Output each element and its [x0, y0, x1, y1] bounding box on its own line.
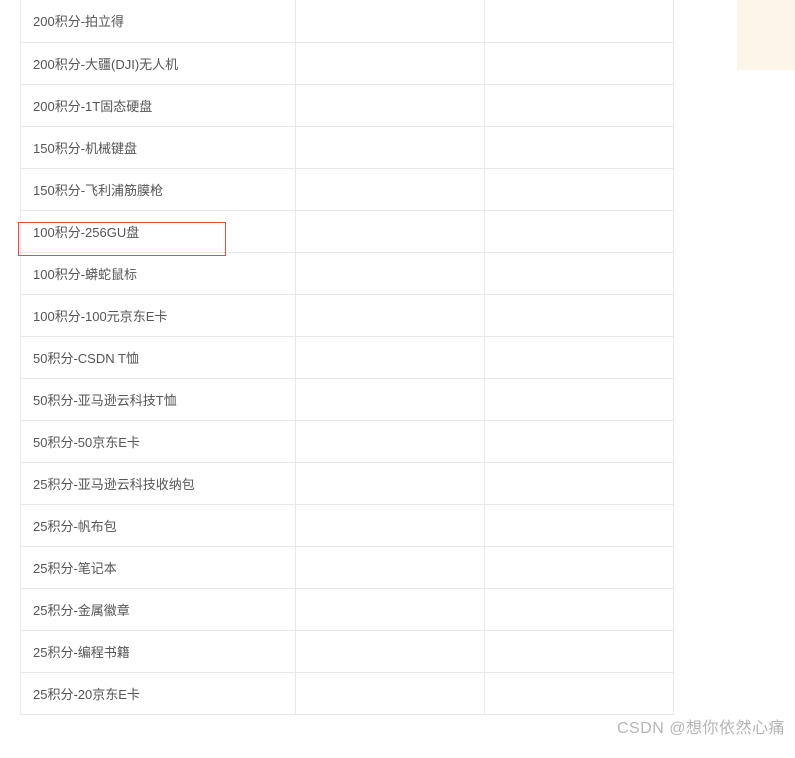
- table-row: 100积分-100元京东E卡: [21, 294, 674, 336]
- table-row: 25积分-编程书籍: [21, 630, 674, 672]
- empty-cell: [296, 420, 485, 462]
- prize-label-cell[interactable]: 25积分-20京东E卡: [21, 672, 296, 714]
- table-row: 25积分-20京东E卡: [21, 672, 674, 714]
- empty-cell: [485, 588, 674, 630]
- empty-cell: [296, 0, 485, 42]
- empty-cell: [296, 294, 485, 336]
- table-container: 200积分-拍立得200积分-大疆(DJI)无人机200积分-1T固态硬盘150…: [0, 0, 795, 715]
- empty-cell: [296, 462, 485, 504]
- prize-label-cell[interactable]: 200积分-大疆(DJI)无人机: [21, 42, 296, 84]
- table-row: 200积分-拍立得: [21, 0, 674, 42]
- empty-cell: [485, 42, 674, 84]
- empty-cell: [485, 168, 674, 210]
- empty-cell: [485, 378, 674, 420]
- table-row: 150积分-机械键盘: [21, 126, 674, 168]
- empty-cell: [296, 336, 485, 378]
- empty-cell: [485, 252, 674, 294]
- empty-cell: [485, 630, 674, 672]
- prize-label-cell[interactable]: 200积分-1T固态硬盘: [21, 84, 296, 126]
- prize-label-cell[interactable]: 100积分-蟒蛇鼠标: [21, 252, 296, 294]
- prize-label-cell[interactable]: 200积分-拍立得: [21, 0, 296, 42]
- empty-cell: [485, 210, 674, 252]
- empty-cell: [296, 210, 485, 252]
- empty-cell: [485, 672, 674, 714]
- table-row: 25积分-帆布包: [21, 504, 674, 546]
- empty-cell: [485, 420, 674, 462]
- empty-cell: [296, 42, 485, 84]
- empty-cell: [296, 630, 485, 672]
- prize-label-cell[interactable]: 25积分-笔记本: [21, 546, 296, 588]
- empty-cell: [296, 252, 485, 294]
- empty-cell: [485, 84, 674, 126]
- points-prize-table: 200积分-拍立得200积分-大疆(DJI)无人机200积分-1T固态硬盘150…: [20, 0, 674, 715]
- table-row: 50积分-亚马逊云科技T恤: [21, 378, 674, 420]
- prize-label-cell[interactable]: 100积分-100元京东E卡: [21, 294, 296, 336]
- empty-cell: [296, 84, 485, 126]
- empty-cell: [485, 546, 674, 588]
- prize-label-cell[interactable]: 150积分-机械键盘: [21, 126, 296, 168]
- prize-label-cell[interactable]: 50积分-CSDN T恤: [21, 336, 296, 378]
- prize-label-cell[interactable]: 25积分-金属徽章: [21, 588, 296, 630]
- empty-cell: [296, 378, 485, 420]
- prize-label-cell[interactable]: 150积分-飞利浦筋膜枪: [21, 168, 296, 210]
- empty-cell: [296, 546, 485, 588]
- empty-cell: [485, 126, 674, 168]
- prize-label-cell[interactable]: 25积分-帆布包: [21, 504, 296, 546]
- prize-label-cell[interactable]: 25积分-亚马逊云科技收纳包: [21, 462, 296, 504]
- table-row: 150积分-飞利浦筋膜枪: [21, 168, 674, 210]
- empty-cell: [296, 588, 485, 630]
- empty-cell: [296, 126, 485, 168]
- table-row: 25积分-亚马逊云科技收纳包: [21, 462, 674, 504]
- prize-label-cell[interactable]: 50积分-亚马逊云科技T恤: [21, 378, 296, 420]
- empty-cell: [485, 0, 674, 42]
- table-row: 200积分-1T固态硬盘: [21, 84, 674, 126]
- empty-cell: [485, 504, 674, 546]
- empty-cell: [485, 294, 674, 336]
- table-row: 100积分-256GU盘: [21, 210, 674, 252]
- empty-cell: [296, 504, 485, 546]
- right-sidebar-fragment: [737, 0, 795, 70]
- empty-cell: [485, 462, 674, 504]
- watermark-text: CSDN @想你依然心痛: [617, 714, 785, 738]
- table-row: 50积分-50京东E卡: [21, 420, 674, 462]
- table-row: 100积分-蟒蛇鼠标: [21, 252, 674, 294]
- table-row: 25积分-金属徽章: [21, 588, 674, 630]
- prize-label-cell[interactable]: 100积分-256GU盘: [21, 210, 296, 252]
- table-row: 200积分-大疆(DJI)无人机: [21, 42, 674, 84]
- table-row: 25积分-笔记本: [21, 546, 674, 588]
- table-row: 50积分-CSDN T恤: [21, 336, 674, 378]
- empty-cell: [296, 168, 485, 210]
- empty-cell: [485, 336, 674, 378]
- prize-label-cell[interactable]: 25积分-编程书籍: [21, 630, 296, 672]
- prize-label-cell[interactable]: 50积分-50京东E卡: [21, 420, 296, 462]
- empty-cell: [296, 672, 485, 714]
